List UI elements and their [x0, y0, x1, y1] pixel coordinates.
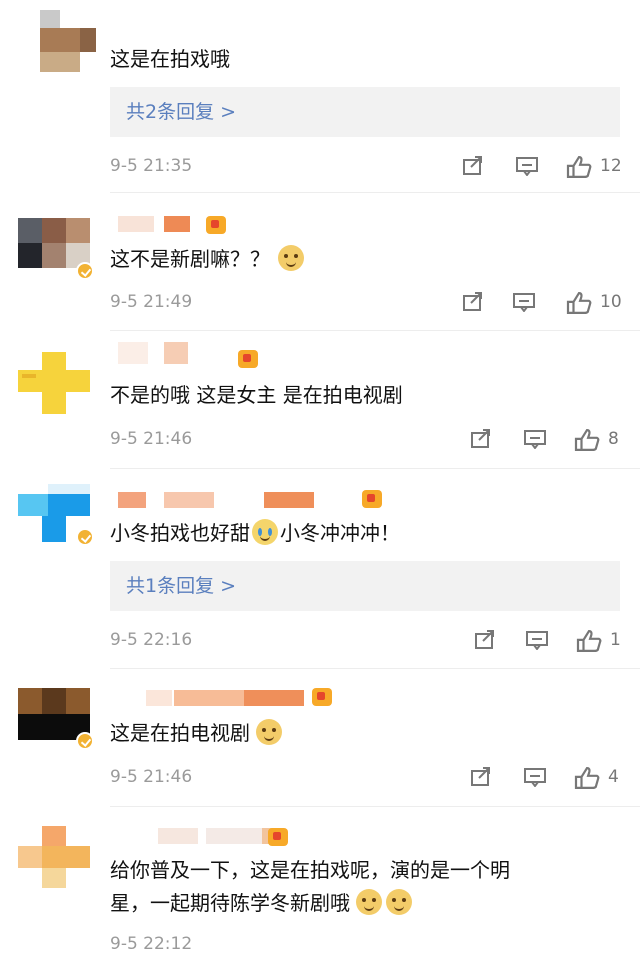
comment-button[interactable]: [513, 290, 539, 316]
like-button[interactable]: 4: [574, 765, 624, 791]
comment-time: 9-5 22:16: [110, 630, 193, 650]
avatar[interactable]: [18, 10, 96, 72]
like-button[interactable]: 12: [566, 154, 626, 180]
share-icon: [463, 292, 482, 311]
view-replies-link[interactable]: 共2条回复 >: [110, 87, 620, 137]
comment-line-1: 给你普及一下，这是在拍戏呢，演的是一个明: [110, 858, 510, 882]
comment-icon: [526, 631, 548, 650]
share-icon: [475, 630, 494, 649]
divider: [110, 806, 640, 807]
verified-badge-icon: [76, 262, 94, 280]
share-button[interactable]: [462, 290, 488, 316]
thumbs-up-icon: [574, 429, 600, 451]
comment-button[interactable]: [524, 765, 550, 791]
view-replies-link[interactable]: 共1条回复 >: [110, 561, 620, 611]
avatar[interactable]: [18, 826, 92, 888]
like-button[interactable]: 1: [576, 628, 626, 654]
comment-meta: 9-5 22:12: [110, 932, 622, 958]
comment-text: 不是的哦 这是女主 是在拍电视剧: [110, 383, 403, 407]
comment-icon: [516, 157, 538, 176]
comment-meta: 9-5 21:46 8: [110, 427, 622, 453]
comment-meta: 9-5 22:16 1: [110, 628, 622, 654]
like-button[interactable]: 10: [566, 290, 626, 316]
vip-badge-icon: [268, 828, 288, 846]
vip-badge-icon: [312, 688, 332, 706]
comment-meta: 9-5 21:49 10: [110, 290, 622, 316]
like-count: 10: [600, 292, 622, 312]
comment-button[interactable]: [524, 427, 550, 453]
verified-badge-icon: [76, 732, 94, 750]
divider: [110, 468, 640, 469]
divider: [110, 330, 640, 331]
comment-button[interactable]: [526, 628, 552, 654]
avatar[interactable]: [18, 352, 92, 414]
comment-text: 小冬拍戏也好甜 小冬冲冲冲！: [110, 519, 400, 545]
comment-time: 9-5 21:46: [110, 767, 193, 787]
comment-icon: [513, 293, 535, 312]
share-button[interactable]: [470, 765, 496, 791]
share-icon: [463, 156, 482, 175]
comment-meta: 9-5 21:46 4: [110, 765, 622, 791]
comment-icon: [524, 430, 546, 449]
vip-badge-icon: [238, 350, 258, 368]
comment-time: 9-5 21:46: [110, 429, 193, 449]
comment-text: 这是在拍电视剧: [110, 718, 284, 748]
comment-button[interactable]: [516, 154, 542, 180]
verified-badge-icon: [76, 528, 94, 546]
avatar[interactable]: [18, 218, 94, 280]
doge-emoji-icon: [386, 889, 412, 915]
avatar[interactable]: [18, 688, 94, 750]
comment-text: 这不是新剧嘛？？: [110, 244, 306, 274]
vip-badge-icon: [362, 490, 382, 508]
divider: [110, 668, 640, 669]
share-icon: [471, 767, 490, 786]
crying-emoji-icon: [252, 519, 278, 545]
comment-time: 9-5 21:35: [110, 156, 193, 176]
comment-icon: [524, 768, 546, 787]
comment-text: 这是在拍戏哦: [110, 47, 230, 71]
doge-emoji-icon: [256, 719, 282, 745]
like-count: 8: [608, 429, 619, 449]
share-button[interactable]: [474, 628, 500, 654]
comment-text: 星，一起期待陈学冬新剧哦: [110, 888, 414, 918]
comment-time: 9-5 21:49: [110, 292, 193, 312]
vip-badge-icon: [206, 216, 226, 234]
like-count: 1: [610, 630, 621, 650]
share-button[interactable]: [462, 154, 488, 180]
share-icon: [471, 429, 490, 448]
comment-meta: 9-5 21:35 12: [110, 154, 622, 180]
thumbs-up-icon: [574, 767, 600, 789]
doge-emoji-icon: [278, 245, 304, 271]
like-button[interactable]: 8: [574, 427, 634, 453]
like-count: 12: [600, 156, 622, 176]
thumbs-up-icon: [566, 156, 592, 178]
divider: [110, 192, 640, 193]
thumbs-up-icon: [576, 630, 602, 652]
avatar[interactable]: [18, 484, 94, 546]
doge-emoji-icon: [356, 889, 382, 915]
like-count: 4: [608, 767, 619, 787]
share-button[interactable]: [470, 427, 496, 453]
thumbs-up-icon: [566, 292, 592, 314]
comment-time: 9-5 22:12: [110, 934, 193, 954]
